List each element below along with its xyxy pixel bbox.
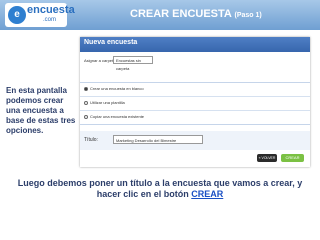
- title-label: Título:: [84, 137, 98, 143]
- option-label: Utilizar una plantilla: [90, 100, 125, 105]
- option-copy[interactable]: Copiar una encuesta existente: [80, 111, 310, 124]
- radio-icon[interactable]: [84, 87, 88, 91]
- volver-button[interactable]: « VOLVER: [257, 154, 277, 162]
- folder-select[interactable]: Encuestas sin carpeta: [113, 56, 153, 71]
- bottom-note: Luego debemos poner un título a la encue…: [6, 178, 314, 200]
- crear-link[interactable]: CREAR: [191, 189, 223, 199]
- option-label: Crear una encuesta en blanco: [90, 86, 144, 91]
- radio-icon[interactable]: [84, 115, 88, 119]
- folder-select-label: Asignar a carpeta:: [84, 58, 117, 63]
- app-title: Nueva encuesta: [84, 39, 138, 46]
- logo-mark-icon: e: [8, 6, 26, 24]
- crear-button[interactable]: CREAR: [281, 154, 304, 162]
- slide-step: (Paso 1): [234, 12, 262, 19]
- bottom-note-text: Luego debemos poner un título a la encue…: [17, 178, 303, 199]
- option-blank[interactable]: Crear una encuesta en blanco: [80, 83, 310, 97]
- slide-title-text: CREAR ENCUESTA: [130, 8, 232, 20]
- side-note: En esta pantalla podemos crear una encue…: [6, 86, 76, 135]
- creation-options: Crear una encuesta en blanco Utilizar un…: [80, 82, 310, 125]
- option-label: Copiar una encuesta existente: [90, 114, 145, 119]
- title-input[interactable]: Marketing Desarrollo del Bimestre: [113, 135, 203, 144]
- encuesta-logo: e encuesta .com: [5, 3, 75, 27]
- logo-subtext: .com: [43, 17, 57, 23]
- slide-title: CREAR ENCUESTA (Paso 1): [130, 8, 262, 20]
- slide-header: e encuesta .com CREAR ENCUESTA (Paso 1): [0, 0, 320, 30]
- app-header: Nueva encuesta: [80, 37, 310, 52]
- option-template[interactable]: Utilizar una plantilla: [80, 97, 310, 111]
- logo-text: encuesta: [27, 4, 75, 16]
- title-row: Título: Marketing Desarrollo del Bimestr…: [80, 131, 310, 150]
- app-screenshot: Nueva encuesta Asignar a carpeta: Encues…: [80, 37, 310, 167]
- radio-icon[interactable]: [84, 101, 88, 105]
